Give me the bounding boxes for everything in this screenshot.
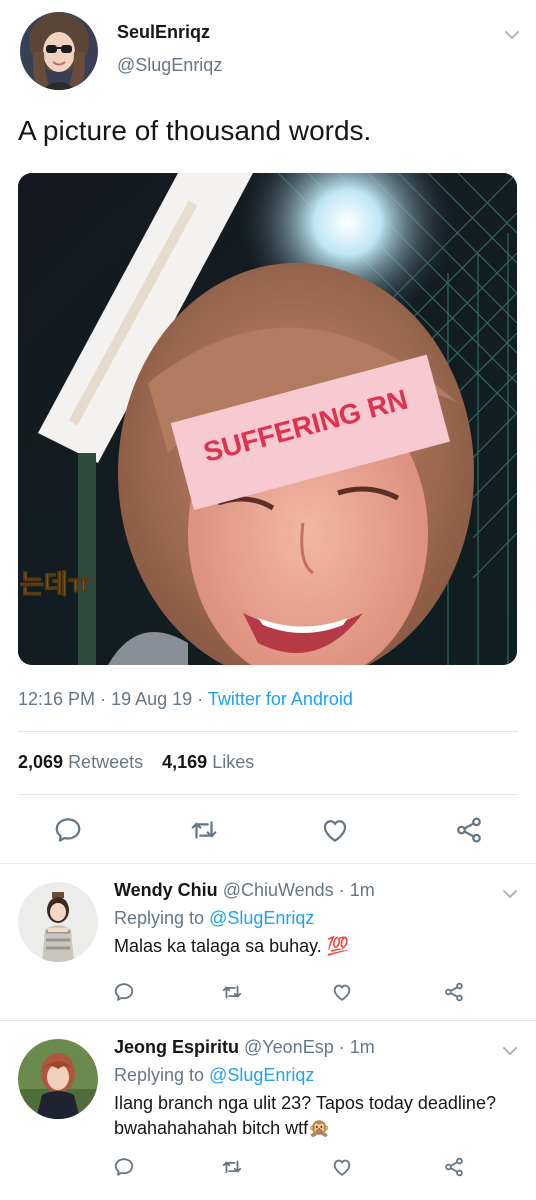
replying-mention-link[interactable]: @SlugEnriqz — [209, 908, 314, 928]
reply-button[interactable] — [108, 1151, 140, 1183]
share-icon — [445, 982, 463, 1002]
retweet-button[interactable] — [216, 1151, 248, 1183]
tweet-meta: 12:16 PM · 19 Aug 19 · Twitter for Andro… — [18, 689, 353, 710]
share-button[interactable] — [438, 1151, 470, 1183]
share-button[interactable] — [449, 810, 489, 850]
tweet-date: 19 Aug 19 — [111, 689, 193, 709]
meta-separator: · — [100, 689, 107, 709]
share-button[interactable] — [438, 976, 470, 1008]
replying-mention-link[interactable]: @SlugEnriqz — [209, 1065, 314, 1085]
like-button[interactable] — [326, 1151, 358, 1183]
retweet-button[interactable] — [184, 810, 224, 850]
reply-handle[interactable]: @ChiuWends — [223, 880, 334, 900]
retweets-label[interactable]: Retweets — [68, 752, 143, 772]
retweet-icon — [222, 1160, 242, 1174]
like-button[interactable] — [326, 976, 358, 1008]
meta-separator: · — [338, 880, 345, 900]
retweet-icon — [191, 821, 217, 839]
retweet-button[interactable] — [216, 976, 248, 1008]
reply-avatar[interactable] — [18, 1039, 98, 1119]
reply-tweet[interactable]: Wendy Chiu @ChiuWends · 1m Replying to @… — [0, 864, 536, 1020]
reply-display-name[interactable]: Wendy Chiu — [114, 880, 218, 900]
like-icon — [333, 1159, 351, 1176]
chevron-down-icon[interactable] — [502, 25, 522, 45]
reply-age: 1m — [349, 880, 375, 900]
chevron-down-icon[interactable] — [500, 884, 520, 904]
author-handle[interactable]: @SlugEnriqz — [117, 55, 222, 76]
tweet-time: 12:16 PM — [18, 689, 96, 709]
share-icon — [445, 1157, 463, 1177]
like-button[interactable] — [315, 810, 355, 850]
reply-icon — [114, 1158, 134, 1176]
reply-display-name[interactable]: Jeong Espiritu — [114, 1037, 239, 1057]
meta-separator: · — [197, 689, 204, 709]
divider — [18, 731, 518, 732]
reply-handle[interactable]: @YeonEsp — [244, 1037, 334, 1057]
share-icon — [457, 817, 481, 843]
reply-button[interactable] — [48, 810, 88, 850]
likes-label[interactable]: Likes — [212, 752, 254, 772]
divider — [18, 794, 518, 795]
chevron-down-icon[interactable] — [500, 1041, 520, 1061]
meta-separator: · — [338, 1037, 345, 1057]
retweets-count[interactable]: 2,069 — [18, 752, 63, 772]
replying-to: Replying to @SlugEnriqz — [114, 1065, 314, 1086]
retweet-icon — [222, 985, 242, 999]
reply-tweet[interactable]: Jeong Espiritu @YeonEsp · 1m Replying to… — [0, 1021, 536, 1200]
tweet-stats: 2,069 Retweets 4,169 Likes — [18, 752, 254, 773]
like-icon — [333, 984, 351, 1001]
reply-text: Malas ka talaga sa buhay. 💯 — [114, 936, 350, 956]
reply-age: 1m — [349, 1037, 375, 1057]
reply-icon — [114, 983, 134, 1001]
image-subtitle-text: 는데ㅠ — [20, 570, 92, 600]
replying-to: Replying to @SlugEnriqz — [114, 908, 314, 929]
reply-header: Wendy Chiu @ChiuWends · 1m — [114, 880, 375, 901]
reply-text: Ilang branch nga ulit 23? Tapos today de… — [114, 1093, 496, 1138]
like-icon — [323, 820, 347, 842]
reply-avatar[interactable] — [18, 882, 98, 962]
likes-count[interactable]: 4,169 — [162, 752, 207, 772]
replying-label: Replying to — [114, 908, 205, 928]
reply-header: Jeong Espiritu @YeonEsp · 1m — [114, 1037, 375, 1058]
reply-icon — [55, 818, 81, 842]
author-avatar[interactable] — [20, 12, 98, 90]
tweet-media-image[interactable]: SUFFERING RN 는데ㅠ — [18, 173, 517, 665]
replying-label: Replying to — [114, 1065, 205, 1085]
author-display-name[interactable]: SeulEnriqz — [117, 22, 210, 43]
reply-button[interactable] — [108, 976, 140, 1008]
tweet-text: A picture of thousand words. — [18, 115, 372, 146]
tweet-source-link[interactable]: Twitter for Android — [208, 689, 353, 709]
